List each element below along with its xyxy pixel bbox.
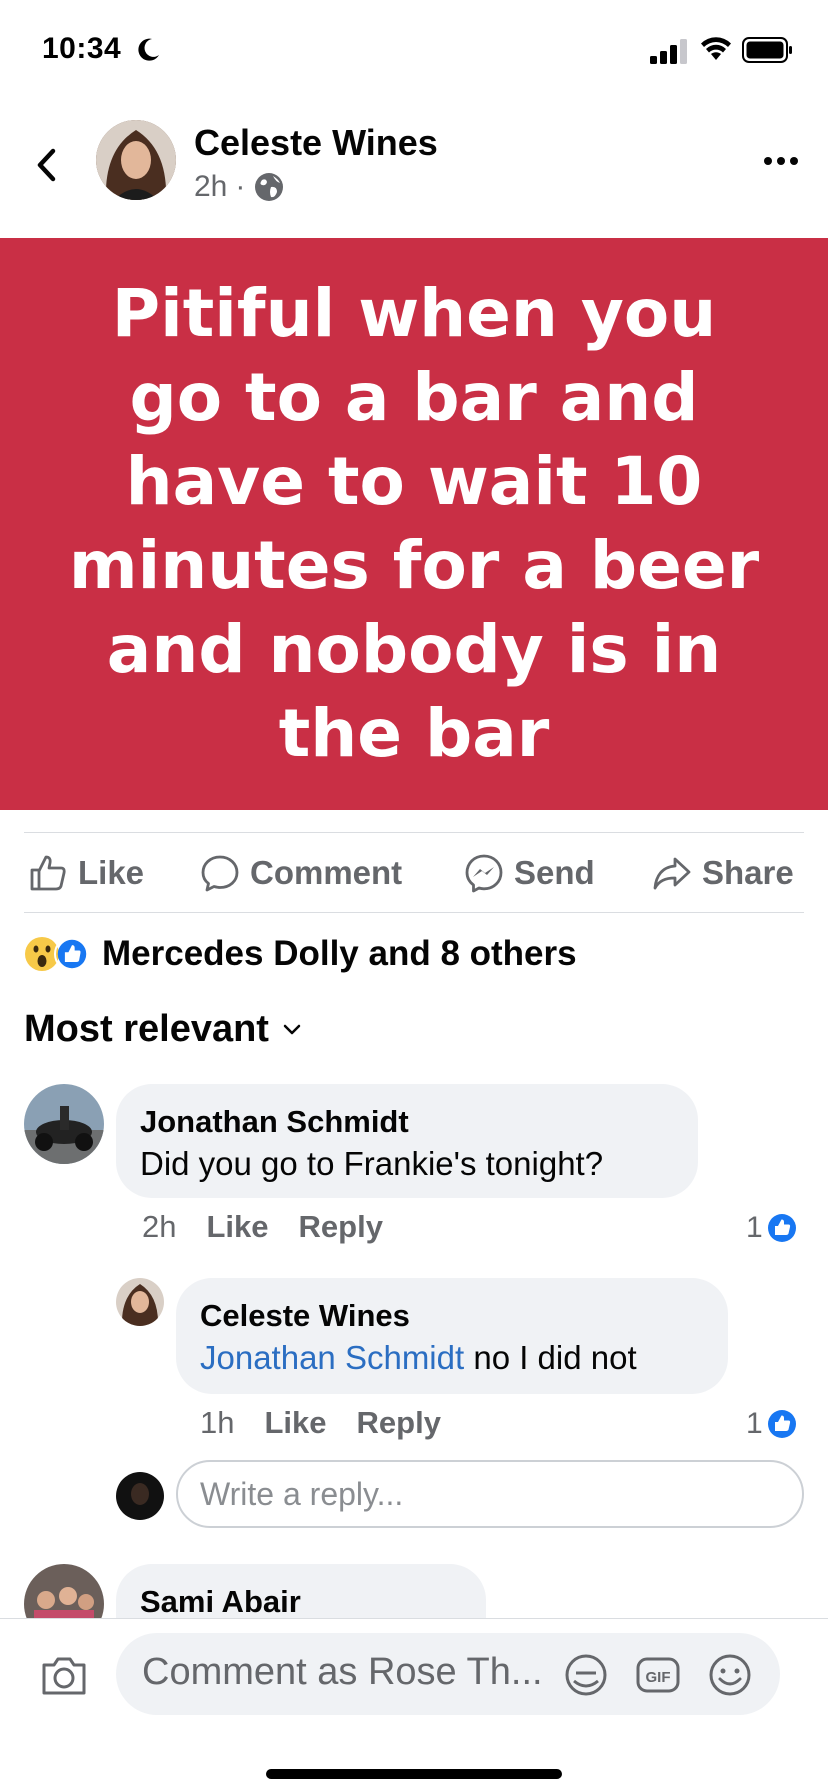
post-actions-bar: Like Comment Send Share [0, 834, 828, 914]
status-time: 10:34 [42, 32, 122, 65]
comment-reply-button[interactable]: Reply [299, 1209, 383, 1245]
share-label: Share [702, 854, 794, 891]
write-reply-input[interactable]: Write a reply... [176, 1460, 804, 1528]
messenger-icon [465, 854, 503, 893]
globe-icon [255, 173, 284, 201]
avatar-photo [96, 120, 176, 200]
post-text: Pitiful when you go to a bar and have to… [68, 275, 760, 772]
reply-body: no I did not [464, 1339, 637, 1376]
reactions-text: Mercedes Dolly and 8 others [102, 934, 577, 973]
reply-author-avatar[interactable] [116, 1278, 164, 1326]
post-meta: 2h · [194, 170, 285, 204]
avatar-sticker-icon[interactable] [562, 1651, 610, 1699]
back-button[interactable] [28, 140, 64, 190]
author-avatar[interactable] [96, 120, 176, 200]
comment-button[interactable]: Comment [200, 848, 402, 898]
comment-author[interactable]: Sami Abair [140, 1582, 462, 1622]
send-label: Send [514, 854, 595, 891]
like-label: Like [78, 854, 145, 891]
comment-author[interactable]: Jonathan Schmidt [140, 1102, 674, 1142]
moon-icon [138, 38, 159, 61]
sort-label: Most relevant [24, 1008, 269, 1050]
chevron-left-icon [37, 148, 56, 182]
current-user-avatar [116, 1472, 164, 1520]
like-icon [767, 1410, 796, 1438]
comment-input[interactable]: Comment as Rose Th... GIF [116, 1633, 780, 1715]
more-horizontal-icon [764, 157, 798, 165]
comment-sort-dropdown[interactable]: Most relevant [24, 1008, 301, 1051]
svg-text:GIF: GIF [646, 1669, 671, 1686]
emoji-icon[interactable] [706, 1651, 754, 1699]
avatar-photo [116, 1472, 164, 1520]
more-options-button[interactable] [758, 146, 804, 176]
reply-meta: 1h Like Reply [200, 1405, 441, 1441]
status-bar: 10:34 [0, 0, 828, 100]
send-button[interactable]: Send [464, 848, 595, 898]
chevron-down-icon [283, 1024, 301, 1034]
like-icon [54, 936, 90, 972]
comment-time: 2h [142, 1209, 177, 1244]
camera-icon[interactable] [38, 1649, 90, 1701]
home-indicator[interactable] [266, 1769, 562, 1779]
reply-input-placeholder: Write a reply... [200, 1475, 404, 1512]
wifi-icon [701, 37, 731, 60]
share-button[interactable]: Share [652, 848, 794, 898]
reply-time: 1h [200, 1405, 235, 1440]
like-icon [767, 1214, 796, 1242]
cellular-signal-icon [650, 39, 687, 64]
share-icon [653, 857, 691, 890]
divider [24, 912, 804, 913]
post-header: Celeste Wines 2h · [0, 100, 828, 236]
divider [24, 832, 804, 833]
reply-bubble[interactable]: Celeste Wines Jonathan Schmidt no I did … [176, 1278, 728, 1394]
reply-like-count[interactable]: 1 [746, 1407, 797, 1441]
comment-label: Comment [250, 854, 403, 891]
comment-like-count[interactable]: 1 [746, 1211, 797, 1245]
like-count-value: 1 [746, 1407, 763, 1440]
thumbs-up-icon [30, 855, 66, 891]
like-count-value: 1 [746, 1211, 763, 1244]
post-content-banner[interactable]: Pitiful when you go to a bar and have to… [0, 238, 828, 810]
comment-input-placeholder: Comment as Rose Th... [142, 1651, 543, 1693]
reply-mention-link[interactable]: Jonathan Schmidt [200, 1339, 464, 1376]
commenter-avatar[interactable] [24, 1084, 104, 1164]
post-author-name[interactable]: Celeste Wines [194, 122, 438, 164]
gif-icon[interactable]: GIF [634, 1651, 682, 1699]
comment-bubble[interactable]: Jonathan Schmidt Did you go to Frankie's… [116, 1084, 698, 1198]
comment-meta: 2h Like Reply [142, 1209, 383, 1245]
reply-reply-button[interactable]: Reply [357, 1405, 441, 1441]
comment-icon [201, 855, 239, 892]
comment-composer-bar: Comment as Rose Th... GIF [0, 1618, 828, 1792]
meta-separator: · [235, 170, 246, 203]
battery-icon [742, 37, 792, 63]
reactions-summary[interactable]: Mercedes Dolly and 8 others [24, 932, 577, 976]
comment-like-button[interactable]: Like [206, 1209, 268, 1245]
reply-text: Jonathan Schmidt no I did not [200, 1336, 704, 1380]
avatar-photo [24, 1084, 104, 1164]
post-time: 2h [194, 170, 228, 203]
reply-like-button[interactable]: Like [264, 1405, 326, 1441]
comment-text: Did you go to Frankie's tonight? [140, 1145, 604, 1182]
avatar-photo [116, 1278, 164, 1326]
like-button[interactable]: Like [28, 848, 144, 898]
reply-author[interactable]: Celeste Wines [200, 1296, 704, 1336]
